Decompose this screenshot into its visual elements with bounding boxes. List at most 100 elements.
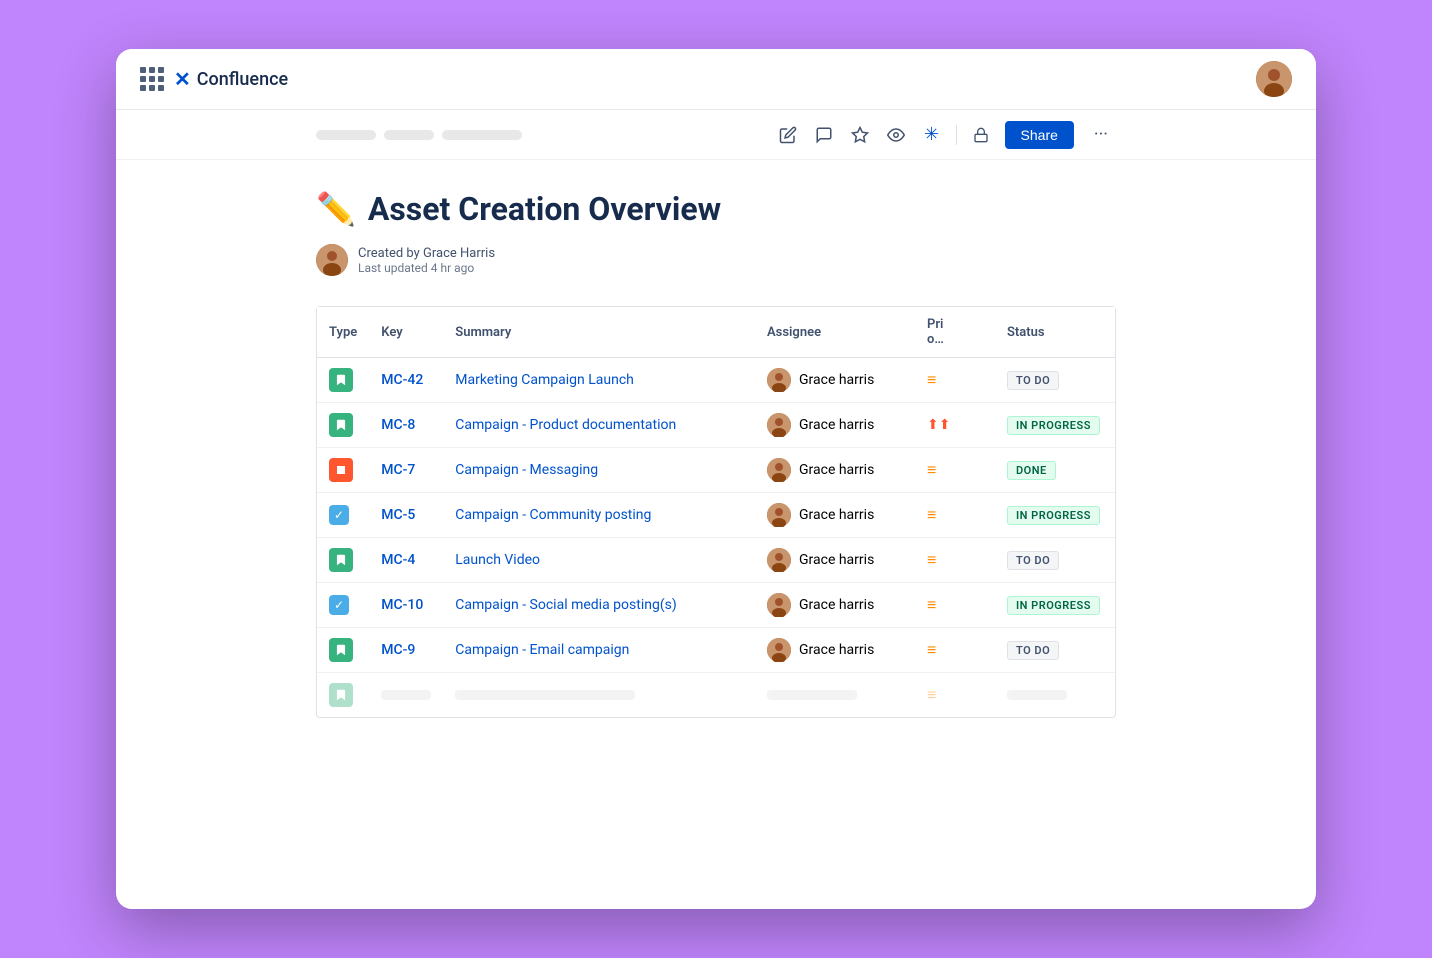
- app-grid-icon[interactable]: [140, 67, 164, 91]
- assignee-avatar: [767, 638, 791, 662]
- col-header-type: Type: [317, 307, 369, 358]
- app-name: Confluence: [197, 69, 288, 90]
- priority-medium-icon: ≡: [927, 595, 936, 614]
- author-info: Created by Grace Harris Last updated 4 h…: [358, 246, 495, 275]
- content-area: ✏️ Asset Creation Overview Created by Gr…: [116, 160, 1316, 748]
- priority-medium-icon: ≡: [927, 685, 936, 704]
- key-cell[interactable]: MC-10: [369, 583, 443, 628]
- issue-key-link[interactable]: MC-4: [381, 552, 415, 568]
- issue-summary-text[interactable]: Campaign - Product documentation: [455, 417, 676, 433]
- page-title: Asset Creation Overview: [368, 190, 721, 228]
- status-badge: TO DO: [1007, 551, 1059, 570]
- type-story-icon: [329, 368, 353, 392]
- col-header-status: Status: [995, 307, 1115, 358]
- author-name: Created by Grace Harris: [358, 246, 495, 261]
- table-row-partial: ≡: [317, 673, 1115, 717]
- priority-cell: ⬆⬆: [915, 403, 995, 448]
- status-badge: IN PROGRESS: [1007, 506, 1100, 525]
- author-avatar: [316, 244, 348, 276]
- assignee-name: Grace harris: [799, 372, 874, 388]
- priority-cell: ≡: [915, 628, 995, 673]
- summary-cell[interactable]: Campaign - Social media posting(s): [443, 583, 755, 628]
- priority-cell: ≡: [915, 448, 995, 493]
- col-header-summary: Summary: [443, 307, 755, 358]
- issue-summary-text[interactable]: Campaign - Email campaign: [455, 642, 629, 658]
- issue-summary-text[interactable]: Campaign - Community posting: [455, 507, 651, 523]
- summary-cell[interactable]: Campaign - Product documentation: [443, 403, 755, 448]
- summary-cell[interactable]: Launch Video: [443, 538, 755, 583]
- issue-summary-text[interactable]: Campaign - Social media posting(s): [455, 597, 676, 613]
- status-badge: IN PROGRESS: [1007, 596, 1100, 615]
- summary-cell[interactable]: Marketing Campaign Launch: [443, 358, 755, 403]
- key-cell[interactable]: MC-42: [369, 358, 443, 403]
- user-avatar[interactable]: [1256, 61, 1292, 97]
- status-cell: IN PROGRESS: [995, 583, 1115, 628]
- type-cell: [317, 628, 369, 673]
- key-cell[interactable]: MC-8: [369, 403, 443, 448]
- priority-medium-icon: ≡: [927, 370, 936, 389]
- summary-cell[interactable]: Campaign - Email campaign: [443, 628, 755, 673]
- assignee-avatar: [767, 593, 791, 617]
- author-row: Created by Grace Harris Last updated 4 h…: [316, 244, 1116, 276]
- key-cell[interactable]: MC-4: [369, 538, 443, 583]
- nav-left: ✕ Confluence: [140, 67, 288, 91]
- key-cell[interactable]: MC-9: [369, 628, 443, 673]
- issue-key-link[interactable]: MC-7: [381, 462, 415, 478]
- issue-key-link[interactable]: MC-9: [381, 642, 415, 658]
- lock-icon[interactable]: [969, 123, 993, 147]
- key-cell[interactable]: MC-7: [369, 448, 443, 493]
- priority-cell: ≡: [915, 583, 995, 628]
- type-task-icon: [329, 458, 353, 482]
- status-badge: IN PROGRESS: [1007, 416, 1100, 435]
- type-checkbox-icon: ✓: [329, 595, 349, 615]
- type-story-icon: [329, 413, 353, 437]
- assignee-avatar: [767, 368, 791, 392]
- star-icon[interactable]: [848, 123, 872, 147]
- comment-icon[interactable]: [812, 123, 836, 147]
- breadcrumb-item-2: [384, 130, 434, 140]
- page-emoji: ✏️: [316, 190, 356, 228]
- confluence-logo[interactable]: ✕ Confluence: [174, 67, 288, 91]
- toolbar-row: ✳ Share ···: [116, 110, 1316, 160]
- toolbar-actions: ✳ Share ···: [776, 120, 1116, 149]
- assignee-name: Grace harris: [799, 642, 874, 658]
- status-cell: DONE: [995, 448, 1115, 493]
- last-updated: Last updated 4 hr ago: [358, 261, 495, 275]
- table-row: MC-42 Marketing Campaign Launch Grace ha…: [317, 358, 1115, 403]
- table-row: MC-4 Launch Video Grace harris ≡ TO DO: [317, 538, 1115, 583]
- issue-key-link[interactable]: MC-5: [381, 507, 415, 523]
- browser-window: ✕ Confluence: [116, 49, 1316, 909]
- status-badge: TO DO: [1007, 371, 1059, 390]
- assignee-cell: Grace harris: [755, 538, 915, 583]
- share-button[interactable]: Share: [1005, 121, 1074, 149]
- priority-cell: ≡: [915, 493, 995, 538]
- watch-icon[interactable]: [884, 123, 908, 147]
- more-options-button[interactable]: ···: [1086, 120, 1116, 149]
- edit-icon[interactable]: [776, 123, 800, 147]
- breadcrumb-item-1: [316, 130, 376, 140]
- confluence-x-icon: ✕: [174, 67, 191, 91]
- priority-medium-icon: ≡: [927, 505, 936, 524]
- key-cell[interactable]: MC-5: [369, 493, 443, 538]
- issue-summary-text[interactable]: Campaign - Messaging: [455, 462, 598, 478]
- type-cell: [317, 358, 369, 403]
- issue-summary-text[interactable]: Marketing Campaign Launch: [455, 372, 634, 388]
- assignee-cell: Grace harris: [755, 628, 915, 673]
- issue-key-link[interactable]: MC-42: [381, 372, 423, 388]
- type-cell: ✓: [317, 583, 369, 628]
- breadcrumb-item-3: [442, 130, 522, 140]
- type-checkbox-icon: ✓: [329, 505, 349, 525]
- priority-header-line1: Pri: [927, 317, 943, 332]
- summary-cell[interactable]: Campaign - Community posting: [443, 493, 755, 538]
- priority-header-line2: o…: [927, 332, 944, 347]
- issues-table: Type Key Summary Assignee Pri o… Status: [316, 306, 1116, 718]
- loading-icon: ✳: [920, 123, 944, 147]
- issue-key-link[interactable]: MC-10: [381, 597, 423, 613]
- status-badge: TO DO: [1007, 641, 1059, 660]
- assignee-name: Grace harris: [799, 462, 874, 478]
- issue-key-link[interactable]: MC-8: [381, 417, 415, 433]
- type-cell: [317, 538, 369, 583]
- issue-summary-text[interactable]: Launch Video: [455, 552, 540, 568]
- summary-cell[interactable]: Campaign - Messaging: [443, 448, 755, 493]
- status-cell: TO DO: [995, 358, 1115, 403]
